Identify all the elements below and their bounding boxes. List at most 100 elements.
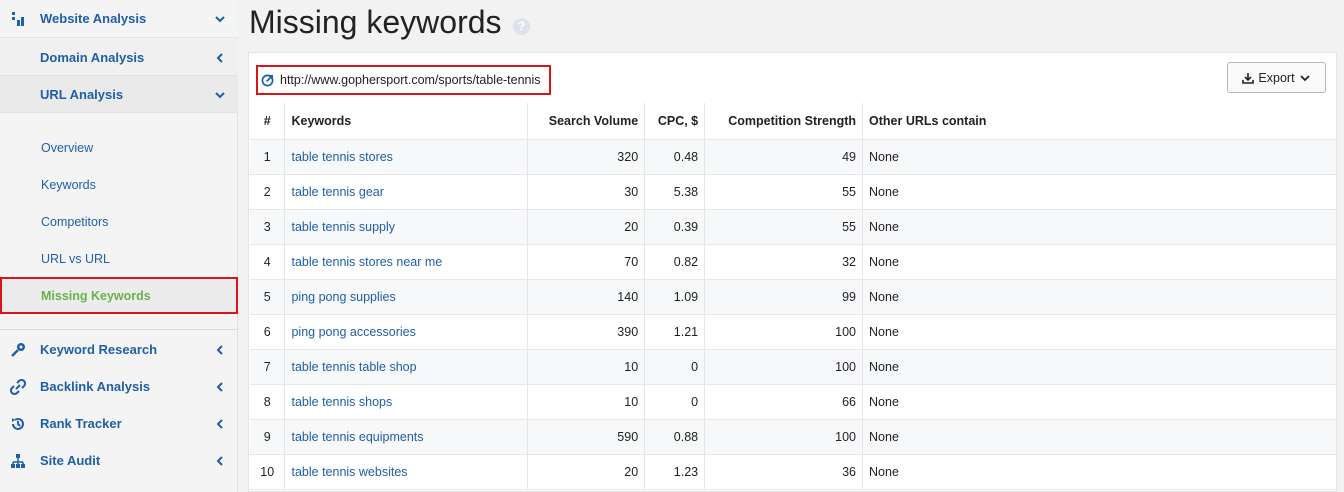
sidebar-backlink-analysis-label: Backlink Analysis — [40, 379, 151, 394]
website-analysis-icon — [12, 12, 24, 26]
sidebar-item-url-vs-url[interactable]: URL vs URL — [0, 240, 238, 277]
table-row: 5 ping pong supplies 140 1.09 99 None — [250, 279, 1336, 315]
cell-index: 10 — [250, 454, 286, 490]
sidebar-divider — [0, 329, 238, 330]
sidebar-keyword-research[interactable]: Keyword Research — [0, 331, 238, 368]
analyzed-url-text: http://www.gophersport.com/sports/table-… — [280, 73, 541, 87]
cell-index: 5 — [250, 279, 286, 315]
table-row: 3 table tennis supply 20 0.39 55 None — [250, 209, 1336, 245]
sidebar-item-keywords[interactable]: Keywords — [0, 166, 238, 203]
col-header-search-volume[interactable]: Search Volume — [527, 103, 646, 140]
cell-index: 2 — [250, 174, 286, 210]
cell-cpc: 0 — [644, 349, 706, 385]
col-header-other-urls[interactable]: Other URLs contain — [862, 103, 1336, 140]
table-row: 6 ping pong accessories 390 1.21 100 None — [250, 314, 1336, 350]
cell-keyword-link[interactable]: table tennis stores near me — [284, 244, 529, 280]
cell-competition-strength: 99 — [704, 279, 864, 315]
sidebar-rank-tracker-label: Rank Tracker — [40, 416, 122, 431]
sidebar-item-label: Keywords — [41, 177, 96, 192]
cell-index: 7 — [250, 349, 286, 385]
cell-cpc: 0 — [644, 384, 706, 420]
chevron-left-icon — [216, 382, 223, 392]
cell-keyword-link[interactable]: table tennis stores — [284, 139, 529, 175]
sidebar-site-audit[interactable]: Site Audit — [0, 442, 238, 479]
col-header-keywords[interactable]: Keywords — [284, 103, 529, 140]
sidebar-item-label: Missing Keywords — [41, 288, 151, 303]
col-header-competition-strength[interactable]: Competition Strength — [704, 103, 864, 140]
cell-other-urls: None — [862, 314, 1336, 350]
cell-cpc: 0.82 — [644, 244, 706, 280]
sitemap-icon — [11, 454, 25, 468]
chevron-left-icon — [216, 53, 223, 63]
table-row: 1 table tennis stores 320 0.48 49 None — [250, 139, 1336, 175]
missing-keywords-table: # Keywords Search Volume CPC, $ Competit… — [250, 103, 1336, 490]
sidebar-url-analysis[interactable]: URL Analysis — [0, 76, 238, 113]
export-button[interactable]: Export — [1227, 62, 1326, 93]
cell-index: 3 — [250, 209, 286, 245]
sidebar-domain-analysis[interactable]: Domain Analysis — [0, 39, 238, 76]
cell-keyword-link[interactable]: ping pong supplies — [284, 279, 529, 315]
chevron-left-icon — [216, 419, 223, 429]
cell-search-volume: 30 — [527, 174, 646, 210]
table-row: 2 table tennis gear 30 5.38 55 None — [250, 174, 1336, 210]
cell-search-volume: 20 — [527, 209, 646, 245]
help-icon[interactable]: ? — [513, 18, 530, 35]
page-title: Missing keywords — [249, 4, 502, 40]
cell-other-urls: None — [862, 139, 1336, 175]
sidebar-item-label: URL vs URL — [41, 251, 110, 266]
sidebar-item-overview[interactable]: Overview — [0, 129, 238, 166]
sidebar-rank-tracker[interactable]: Rank Tracker — [0, 405, 238, 442]
cell-keyword-link[interactable]: table tennis websites — [284, 454, 529, 490]
table-row: 9 table tennis equipments 590 0.88 100 None — [250, 419, 1336, 455]
analyzed-url[interactable]: http://www.gophersport.com/sports/table-… — [256, 65, 551, 95]
export-label: Export — [1258, 70, 1295, 85]
table-row: 8 table tennis shops 10 0 66 None — [250, 384, 1336, 420]
cell-keyword-link[interactable]: table tennis supply — [284, 209, 529, 245]
sidebar: Website Analysis Domain Analysis URL Ana… — [0, 0, 238, 492]
cell-cpc: 1.09 — [644, 279, 706, 315]
table-header-row: # Keywords Search Volume CPC, $ Competit… — [250, 103, 1336, 140]
sidebar-url-analysis-label: URL Analysis — [40, 86, 124, 102]
sidebar-item-label: Overview — [41, 140, 94, 155]
chevron-down-icon — [215, 92, 225, 99]
cell-cpc: 1.21 — [644, 314, 706, 350]
chevron-down-icon — [215, 16, 225, 23]
cell-cpc: 1.23 — [644, 454, 706, 490]
cell-other-urls: None — [862, 384, 1336, 420]
cell-competition-strength: 100 — [704, 419, 864, 455]
cell-index: 1 — [250, 139, 286, 175]
cell-keyword-link[interactable]: ping pong accessories — [284, 314, 529, 350]
cell-cpc: 0.48 — [644, 139, 706, 175]
cell-competition-strength: 100 — [704, 314, 864, 350]
sidebar-domain-analysis-label: Domain Analysis — [40, 49, 145, 65]
cell-other-urls: None — [862, 454, 1336, 490]
chevron-left-icon — [216, 456, 223, 466]
col-header-index[interactable]: # — [250, 103, 286, 140]
sidebar-backlink-analysis[interactable]: Backlink Analysis — [0, 368, 238, 405]
col-header-cpc[interactable]: CPC, $ — [644, 103, 706, 140]
cell-search-volume: 590 — [527, 419, 646, 455]
external-link-icon — [261, 74, 274, 86]
cell-index: 8 — [250, 384, 286, 420]
sidebar-website-analysis[interactable]: Website Analysis — [0, 0, 238, 38]
cell-other-urls: None — [862, 419, 1336, 455]
cell-search-volume: 390 — [527, 314, 646, 350]
history-icon — [12, 418, 24, 430]
sidebar-item-missing-keywords[interactable]: Missing Keywords — [0, 277, 238, 314]
cell-competition-strength: 55 — [704, 209, 864, 245]
table-row: 4 table tennis stores near me 70 0.82 32 None — [250, 244, 1336, 280]
cell-search-volume: 70 — [527, 244, 646, 280]
sidebar-item-competitors[interactable]: Competitors — [0, 203, 238, 240]
cell-other-urls: None — [862, 209, 1336, 245]
cell-search-volume: 10 — [527, 349, 646, 385]
cell-cpc: 0.88 — [644, 419, 706, 455]
cell-other-urls: None — [862, 174, 1336, 210]
cell-keyword-link[interactable]: table tennis shops — [284, 384, 529, 420]
cell-index: 6 — [250, 314, 286, 350]
cell-competition-strength: 36 — [704, 454, 864, 490]
cell-index: 4 — [250, 244, 286, 280]
cell-competition-strength: 100 — [704, 349, 864, 385]
cell-keyword-link[interactable]: table tennis equipments — [284, 419, 529, 455]
cell-keyword-link[interactable]: table tennis gear — [284, 174, 529, 210]
cell-keyword-link[interactable]: table tennis table shop — [284, 349, 529, 385]
